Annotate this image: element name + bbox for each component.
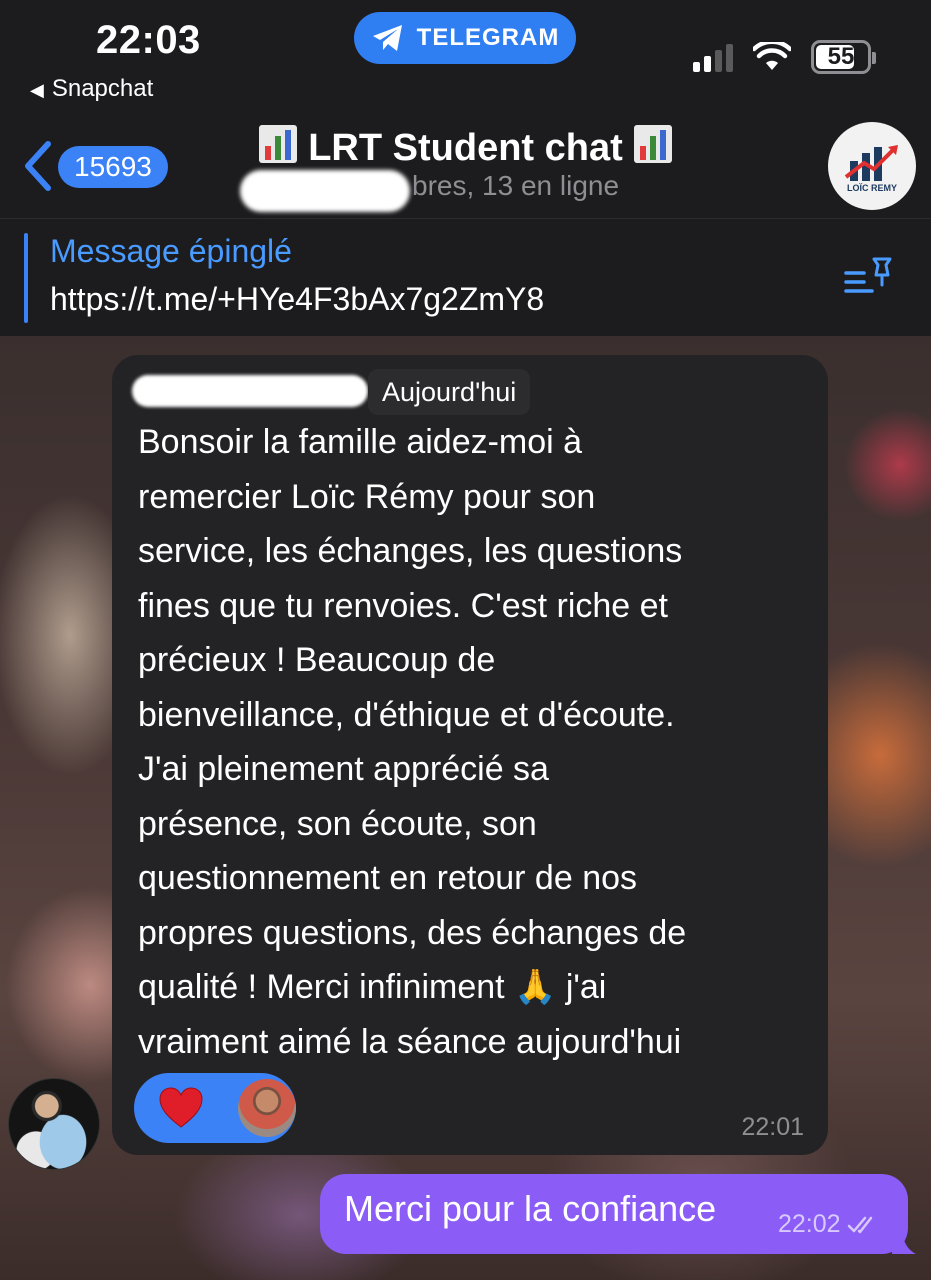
outgoing-message-time: 22:02 [778,1210,841,1238]
pinned-link-text: https://t.me/+HYe4F3bAx7g2ZmY8 [50,281,545,317]
back-app-label: Snapchat [51,75,154,102]
telegram-pill[interactable]: TELEGRAM [354,12,576,64]
group-avatar[interactable]: LOÏC REMY [828,122,916,210]
reactor-avatar [238,1079,296,1137]
chat-member-status-text: bres, 13 en ligne [412,170,620,201]
outgoing-message-bubble[interactable]: Merci pour la confiance 22:02 [320,1174,908,1254]
chat-title[interactable]: LRT Student chat [0,124,931,170]
status-time: 22:03 [96,18,201,62]
bubble-tail [892,1222,916,1254]
message-time: 22:01 [741,1113,804,1141]
growth-chart-logo-icon [844,145,898,181]
back-triangle-icon: ◀ [30,80,44,100]
battery-icon: 55 [811,40,876,74]
status-icons: 55 [693,40,876,74]
redaction-mark [240,170,410,212]
avatar-brand-text: LOÏC REMY [846,183,897,193]
chat-title-text: LRT Student chat [308,127,623,169]
heart-reaction-icon [159,1087,203,1128]
telegram-pill-label: TELEGRAM [416,24,560,51]
back-to-app-link[interactable]: ◀ Snapchat [30,75,153,103]
reaction-pill[interactable] [134,1073,296,1143]
redacted-sender-name [132,375,368,407]
outgoing-message-text: Merci pour la confiance [344,1188,717,1229]
cellular-signal-icon [693,42,733,72]
telegram-plane-icon [372,25,402,51]
outgoing-message-meta: 22:02 [778,1210,879,1239]
pin-list-icon[interactable] [842,255,896,299]
chart-emoji-icon [258,125,297,163]
pinned-message-bar[interactable]: Message épinglé https://t.me/+HYe4F3bAx7… [0,218,931,336]
status-bar: 22:03 ◀ Snapchat TELEGRAM 55 [0,0,931,110]
pinned-accent-bar [24,233,28,323]
pinned-label: Message épinglé [50,233,292,269]
date-chip: Aujourd'hui [368,369,531,415]
message-text: Bonsoir la famille aidez-moi à remercier… [138,423,687,1061]
chart-emoji-icon [634,125,673,163]
incoming-message-bubble[interactable]: Aujourd'hui Bonsoir la famille aidez-moi… [112,355,828,1155]
battery-level: 55 [827,43,855,70]
sender-avatar[interactable] [8,1078,100,1170]
double-check-icon [847,1216,872,1233]
wifi-icon [753,42,791,70]
chat-header: 15693 LRT Student chat bres, 13 en ligne… [0,110,931,218]
